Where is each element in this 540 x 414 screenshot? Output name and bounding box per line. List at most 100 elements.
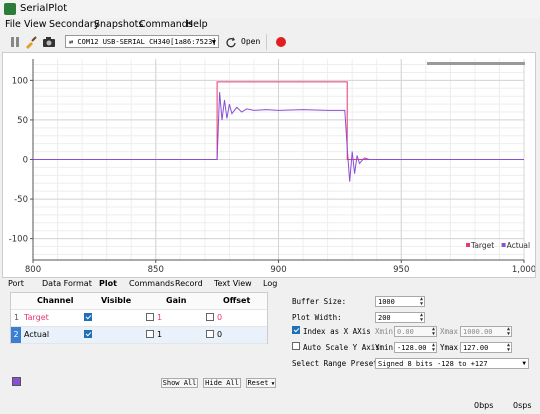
spin-arrows-icon[interactable]: ▲ ▼	[432, 327, 435, 337]
offset-checkbox[interactable]	[206, 313, 214, 321]
title-bar: SerialPlot	[0, 0, 540, 18]
row-index: 2	[11, 327, 21, 343]
snapshot-icon[interactable]	[42, 35, 56, 49]
menu-bar: File View Secondary Snapshots Commands H…	[0, 18, 540, 32]
window-title: SerialPlot	[20, 3, 68, 14]
toolbar-divider	[266, 34, 267, 50]
gain-checkbox[interactable]	[146, 313, 154, 321]
auto-scale-checkbox[interactable]	[292, 342, 300, 350]
buffer-size-spinbox[interactable]: 1000 ▲ ▼	[375, 296, 425, 307]
offset-checkbox[interactable]	[206, 330, 214, 338]
tab-bar: Port Data Format Plot Commands Record Te…	[0, 279, 540, 290]
plot-settings-panel: Channel Visible Gain Offset 1 Target 1 0…	[0, 290, 540, 390]
chevron-down-icon: ▼	[271, 381, 275, 387]
menu-file[interactable]: File	[5, 19, 21, 30]
y-tick-label: 0	[23, 156, 28, 166]
buffer-size-label: Buffer Size:	[292, 297, 347, 306]
range-preset-select[interactable]: Signed 8 bits -128 to +127 ▼	[375, 358, 529, 369]
tab-log[interactable]: Log	[263, 279, 277, 288]
channel-table: Channel Visible Gain Offset 1 Target 1 0…	[10, 292, 268, 344]
y-tick-label: -100	[9, 235, 28, 245]
visible-checkbox[interactable]	[84, 313, 92, 321]
index-as-x-label: Index as X AXis	[303, 327, 371, 336]
legend-swatch	[466, 243, 470, 247]
color-swatch[interactable]	[12, 377, 21, 386]
legend-swatch	[501, 243, 506, 247]
table-row[interactable]: 1 Target 1 0	[11, 310, 267, 327]
table-row[interactable]: 2 Actual 1 0	[11, 327, 267, 344]
visible-checkbox[interactable]	[84, 330, 92, 338]
x-tick-label: 950	[393, 265, 409, 275]
ymin-label: Ymin	[375, 343, 394, 352]
toolbar: ⇄ COM12 USB-SERIAL CH340[1a86:7523] ▼ Op…	[0, 33, 540, 51]
clear-icon[interactable]	[24, 35, 38, 49]
ymin-spinbox[interactable]: -128.00 ▲ ▼	[394, 342, 437, 353]
menu-commands[interactable]: Commands	[139, 19, 193, 30]
pause-icon[interactable]	[8, 35, 22, 49]
index-as-x-checkbox[interactable]	[292, 326, 300, 334]
x-tick-label: 1,000	[512, 265, 535, 275]
line-chart[interactable]: 800 850 900 950 1,000 100 50 0 -50 -100 Target Act…	[3, 53, 536, 277]
tab-data-format[interactable]: Data Format	[42, 279, 92, 288]
xmax-spinbox[interactable]: 1000.00 ▲ ▼	[460, 326, 512, 337]
gain-value[interactable]: 1	[157, 313, 162, 322]
ymax-spinbox[interactable]: 127.00 ▲ ▼	[460, 342, 512, 353]
plot-scrollbar[interactable]	[427, 62, 525, 65]
offset-value[interactable]: 0	[217, 330, 222, 339]
tab-text-view[interactable]: Text View	[214, 279, 252, 288]
legend-label: Target	[470, 241, 494, 250]
auto-scale-label: Auto Scale Y Axis	[303, 343, 380, 352]
app-icon	[4, 3, 16, 15]
show-all-button[interactable]: Show All	[161, 378, 198, 388]
tab-plot[interactable]: Plot	[99, 279, 117, 288]
reset-button[interactable]: Reset ▼	[246, 378, 276, 388]
header-offset: Offset	[223, 296, 251, 305]
x-tick-label: 850	[148, 265, 164, 275]
y-tick-label: 50	[17, 116, 28, 126]
open-button[interactable]: Open	[241, 37, 260, 46]
menu-view[interactable]: View	[24, 19, 47, 30]
spin-arrows-icon[interactable]: ▲ ▼	[420, 313, 423, 323]
header-channel: Channel	[37, 296, 74, 305]
byte-rate: 0bps	[474, 401, 494, 410]
hide-all-button[interactable]: Hide All	[203, 378, 241, 388]
header-visible: Visible	[101, 296, 132, 305]
header-gain: Gain	[166, 296, 187, 305]
port-select[interactable]: ⇄ COM12 USB-SERIAL CH340[1a86:7523] ▼	[65, 35, 219, 48]
xmin-spinbox[interactable]: 0.00 ▲ ▼	[394, 326, 437, 337]
record-icon[interactable]	[274, 35, 288, 49]
menu-secondary[interactable]: Secondary	[49, 19, 99, 30]
gain-checkbox[interactable]	[146, 330, 154, 338]
status-bar: 0bps 0sps	[0, 398, 540, 414]
tab-record[interactable]: Record	[175, 279, 203, 288]
spin-arrows-icon[interactable]: ▲ ▼	[507, 343, 510, 353]
x-tick-label: 800	[25, 265, 41, 275]
x-tick-label: 900	[270, 265, 286, 275]
tab-port[interactable]: Port	[8, 279, 24, 288]
legend-label: Actual	[507, 241, 530, 250]
y-tick-label: 100	[12, 76, 28, 86]
offset-value[interactable]: 0	[217, 313, 222, 322]
menu-help[interactable]: Help	[186, 19, 208, 30]
xmax-label: Xmax	[440, 327, 459, 336]
gain-value[interactable]: 1	[157, 330, 162, 339]
chevron-down-icon: ▼	[211, 38, 216, 46]
xmin-label: Xmin	[375, 327, 394, 336]
chevron-down-icon: ▼	[522, 360, 526, 367]
plot-area[interactable]: 800 850 900 950 1,000 100 50 0 -50 -100 Target Act…	[2, 52, 536, 278]
plot-options: Buffer Size: 1000 ▲ ▼ Plot Width: 200 ▲ ▼ In…	[290, 292, 540, 372]
tab-commands[interactable]: Commands	[129, 279, 174, 288]
spin-arrows-icon[interactable]: ▲ ▼	[507, 327, 510, 337]
ymax-label: Ymax	[440, 343, 459, 352]
menu-snapshots[interactable]: Snapshots	[94, 19, 143, 30]
plot-width-label: Plot Width:	[292, 313, 342, 322]
spin-arrows-icon[interactable]: ▲ ▼	[420, 297, 423, 307]
channel-name[interactable]: Actual	[24, 330, 49, 339]
table-header: Channel Visible Gain Offset	[11, 293, 267, 310]
spin-arrows-icon[interactable]: ▲ ▼	[432, 343, 435, 353]
refresh-icon[interactable]	[224, 35, 238, 49]
y-tick-label: -50	[14, 195, 28, 205]
channel-name[interactable]: Target	[24, 313, 49, 322]
row-index: 1	[14, 313, 20, 322]
plot-width-spinbox[interactable]: 200 ▲ ▼	[375, 312, 425, 323]
